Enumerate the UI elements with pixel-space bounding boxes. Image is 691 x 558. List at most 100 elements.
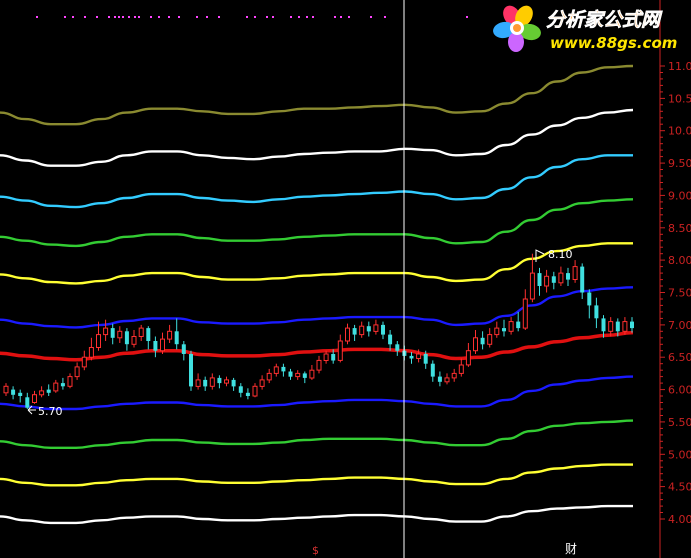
signal-dot: [218, 16, 220, 18]
axis-tick-label: 7.50: [668, 287, 691, 300]
candle: [11, 386, 16, 400]
signal-dot: [340, 16, 342, 18]
signal-dot: [178, 16, 180, 18]
site-logo: 分析家公式网 www.88gs.com: [493, 5, 677, 52]
candle: [388, 330, 393, 351]
band-line-2: [0, 108, 634, 167]
band-line-1: [0, 64, 634, 126]
candle: [381, 321, 385, 340]
candle: [124, 328, 129, 351]
candle: [465, 343, 471, 367]
candle: [458, 358, 464, 377]
candle: [53, 379, 59, 393]
candle: [487, 328, 493, 348]
axis-tick-label: 9.50: [668, 157, 691, 170]
candle: [46, 384, 51, 396]
candle: [580, 263, 585, 299]
signal-dot: [466, 16, 468, 18]
signal-dot: [370, 16, 372, 18]
axis-tick-label: 9.00: [668, 189, 691, 202]
bottom-marker-dollar: $: [312, 544, 319, 557]
flower-icon: [493, 5, 541, 52]
band-line-11: [0, 504, 633, 525]
candle: [395, 341, 400, 356]
candle: [587, 289, 592, 319]
candle: [203, 376, 208, 391]
signal-dot: [290, 16, 292, 18]
candle: [572, 260, 578, 283]
candle: [60, 377, 65, 390]
candle: [522, 289, 528, 330]
candle: [195, 373, 201, 390]
signal-dot: [168, 16, 170, 18]
signal-dot: [158, 16, 160, 18]
axis-tick-label: 6.50: [668, 351, 691, 364]
signal-dot: [128, 16, 130, 18]
candle: [323, 350, 329, 364]
signal-dot: [134, 16, 136, 18]
candle: [252, 383, 258, 398]
candle: [231, 377, 236, 391]
candle: [103, 319, 109, 341]
signal-dot: [64, 16, 66, 18]
candle: [537, 267, 542, 296]
candle: [3, 383, 9, 396]
candle: [288, 368, 293, 380]
axis-tick-label: 8.50: [668, 222, 691, 235]
signal-dot: [272, 16, 274, 18]
axis-tick-label: 8.00: [668, 254, 691, 267]
signal-dot: [72, 16, 74, 18]
candle: [167, 324, 173, 343]
candle: [594, 297, 599, 329]
candle: [566, 267, 570, 286]
signal-dot: [122, 16, 124, 18]
envelope-bands: [0, 64, 634, 525]
candle: [516, 311, 521, 332]
band-line-6: [0, 286, 634, 329]
low-price-label: 5.70: [38, 405, 63, 418]
bottom-marker-finance[interactable]: 财: [563, 540, 579, 556]
candle: [117, 326, 123, 343]
signal-dot: [206, 16, 208, 18]
candle: [558, 266, 564, 286]
candle: [238, 383, 243, 398]
band-line-4: [0, 198, 634, 248]
axis-tick-label: 4.00: [668, 513, 691, 526]
candle: [67, 373, 73, 389]
axis-tick-label: 10.00: [668, 125, 691, 138]
signal-dot: [138, 16, 140, 18]
candle: [217, 375, 222, 389]
candle: [529, 253, 535, 303]
signal-dot: [96, 16, 98, 18]
candle: [359, 321, 365, 338]
candle: [160, 332, 165, 354]
signal-dot: [84, 16, 86, 18]
candle: [473, 330, 478, 354]
logo-url: www.88gs.com: [550, 34, 677, 52]
candle: [309, 365, 315, 380]
candlestick-series: [3, 253, 634, 409]
axis-tick-label: 11.00: [668, 60, 691, 73]
candle: [245, 388, 250, 400]
candle: [480, 331, 485, 350]
signal-dot: [150, 16, 152, 18]
candle: [437, 371, 442, 387]
candle: [18, 389, 23, 403]
candle: [174, 318, 179, 350]
band-line-10: [0, 463, 633, 487]
signal-dot: [196, 16, 198, 18]
candle: [316, 355, 322, 374]
candle: [409, 352, 414, 364]
candle: [181, 341, 186, 361]
signal-dot: [36, 16, 38, 18]
candle: [551, 271, 556, 290]
candle: [131, 330, 137, 348]
price-axis: 11.00 10.50 10.00 9.50 9.00 8.50 8.00 7.50 7.00 6…: [660, 60, 691, 526]
candle: [337, 334, 343, 363]
signal-dot: [312, 16, 314, 18]
candle: [373, 319, 379, 335]
candle: [189, 350, 193, 391]
axis-tick-label: 4.50: [668, 481, 691, 494]
axis-tick-label: 6.00: [668, 384, 691, 397]
price-chart[interactable]: 11.00 10.50 10.00 9.50 9.00 8.50 8.00 7.50 7.00 6…: [0, 0, 691, 558]
